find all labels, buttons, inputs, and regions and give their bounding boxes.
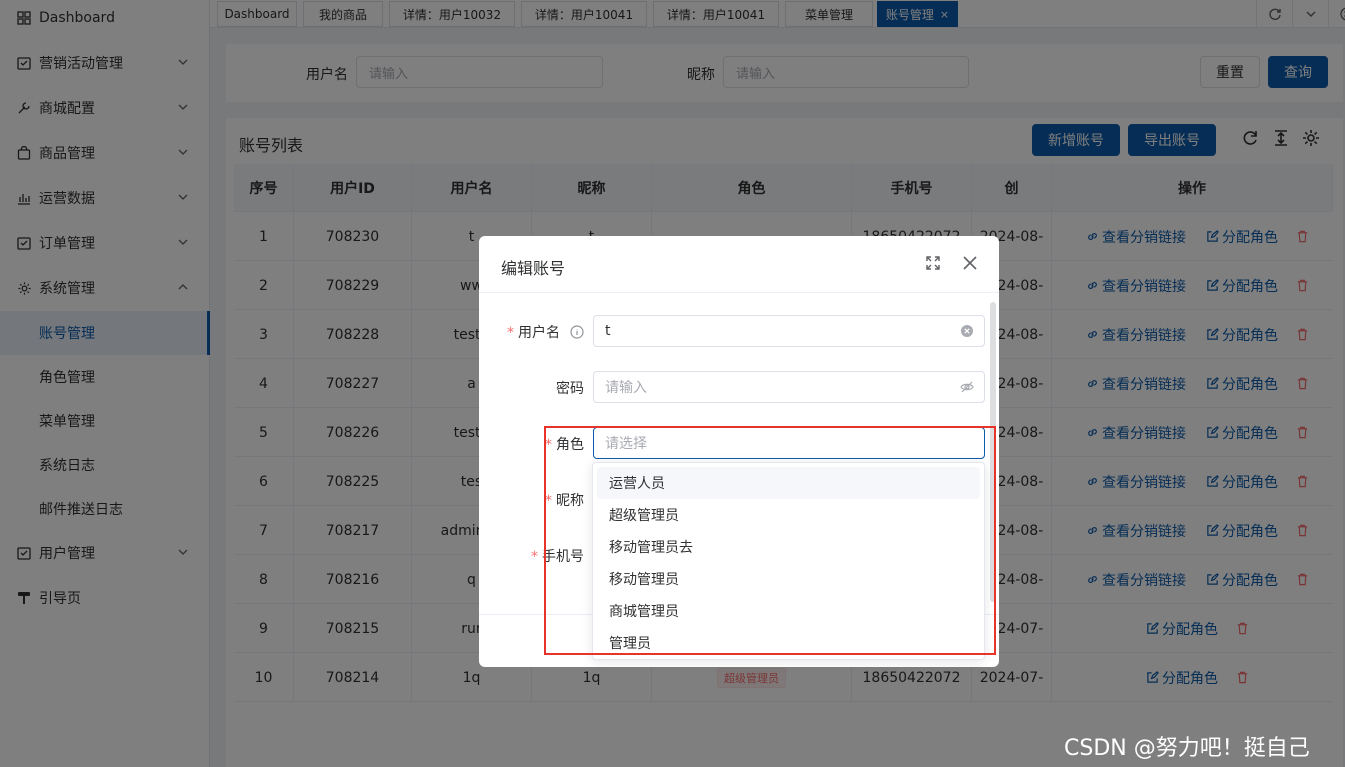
input-value: t: [605, 323, 611, 339]
highlight-annotation-box: [544, 426, 996, 655]
info-icon[interactable]: [570, 325, 585, 339]
username-field-label: * 用户名: [507, 322, 585, 342]
watermark: CSDN @努力吧！挺自己: [1064, 736, 1310, 761]
clear-icon[interactable]: [960, 324, 974, 338]
dialog-header-divider: [479, 292, 999, 293]
close-icon[interactable]: [961, 254, 979, 272]
eye-hidden-icon[interactable]: [960, 380, 974, 394]
fullscreen-icon[interactable]: [924, 254, 942, 272]
password-field-label: 密码: [556, 381, 584, 397]
username-field[interactable]: t: [593, 315, 985, 347]
placeholder: 请输入: [605, 380, 647, 396]
label-text: 用户名: [518, 325, 560, 341]
dialog-title: 编辑账号: [501, 259, 566, 278]
password-field[interactable]: 请输入: [593, 371, 985, 403]
